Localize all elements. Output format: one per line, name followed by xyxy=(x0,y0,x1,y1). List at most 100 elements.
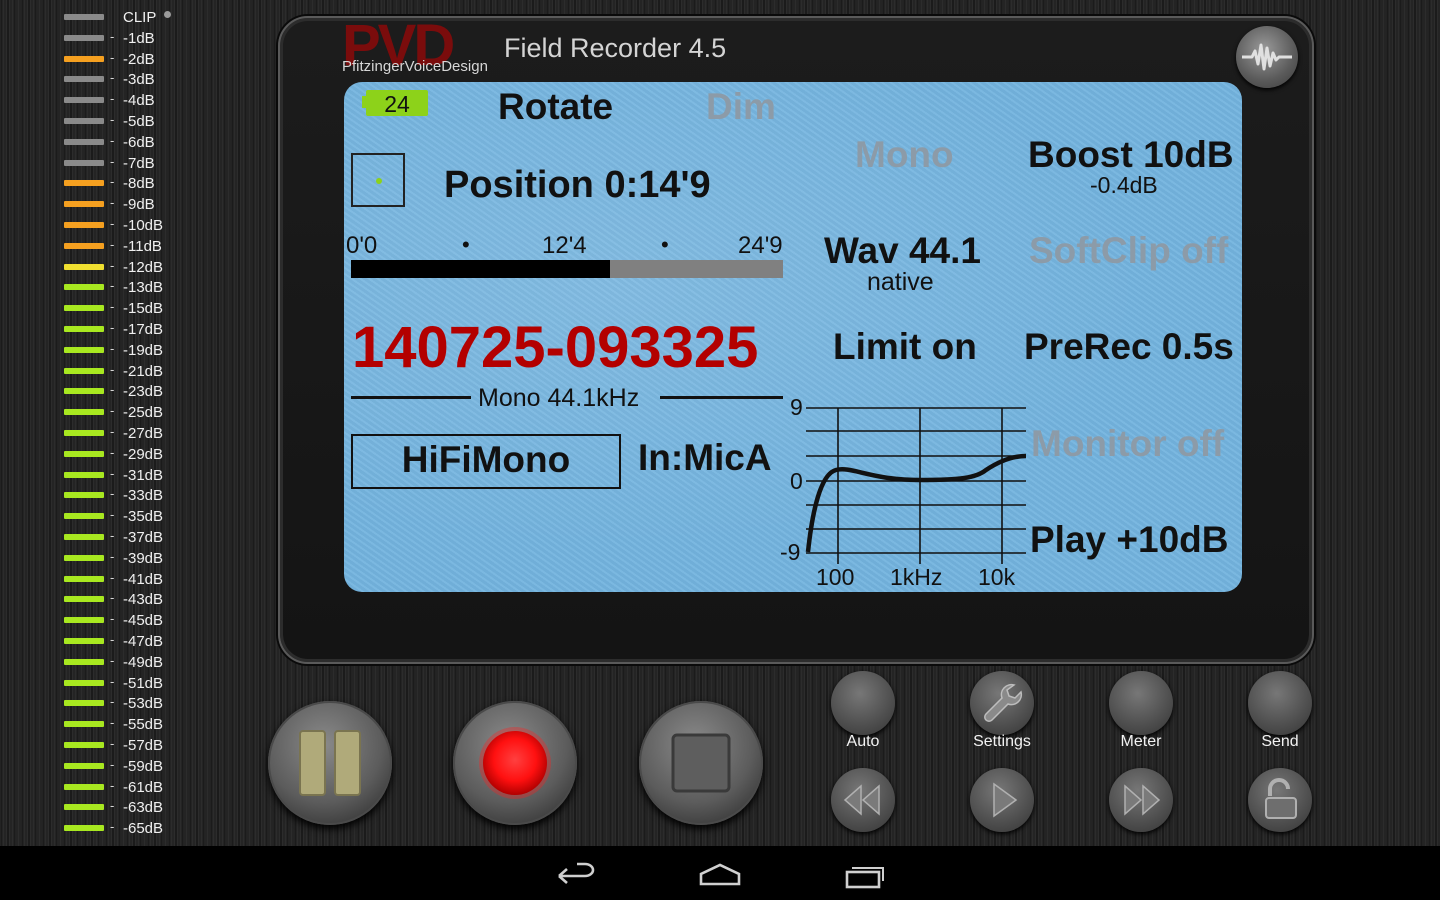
meter-row: - -19dB xyxy=(64,340,194,360)
meter-label: -47dB xyxy=(123,633,164,650)
meter-dash: - xyxy=(110,361,115,377)
meter-label: -23dB xyxy=(123,383,164,401)
meter-row: - -11dB xyxy=(64,236,194,256)
meter-label: -21dB xyxy=(123,362,164,380)
meter-dash: - xyxy=(110,465,115,481)
meter-segment xyxy=(64,284,104,291)
progress-bar[interactable] xyxy=(351,260,783,278)
eq-y-label: 9 xyxy=(790,394,803,420)
meter-dash: - xyxy=(110,278,115,294)
eq-x-label: 100 xyxy=(816,564,854,590)
meter-dash: - xyxy=(110,590,115,606)
pause-button[interactable] xyxy=(268,701,392,825)
meter-segment xyxy=(64,201,104,208)
meter-label: -49dB xyxy=(123,653,164,671)
meter-dash: - xyxy=(110,403,115,419)
meter-dash: - xyxy=(110,632,115,647)
format-setting[interactable]: Wav 44.1 xyxy=(824,230,981,272)
meter-segment xyxy=(64,118,104,124)
clip-indicator xyxy=(164,11,171,18)
meter-dash: - xyxy=(110,528,115,543)
meter-dash: - xyxy=(110,507,115,523)
boost-setting[interactable]: Boost 10dB xyxy=(1028,134,1234,176)
record-icon xyxy=(479,727,551,799)
meter-segment xyxy=(64,513,104,520)
preset-label: HiFiMono xyxy=(401,439,571,480)
meter-label: -13dB xyxy=(123,279,164,297)
record-button[interactable] xyxy=(453,701,577,825)
meter-segment xyxy=(64,97,104,104)
settings-button[interactable] xyxy=(970,671,1034,735)
meter-dash: - xyxy=(110,49,115,65)
dim-button[interactable]: Dim xyxy=(706,86,776,128)
back-icon[interactable] xyxy=(555,860,599,890)
meter-segment xyxy=(64,305,104,312)
lock-button[interactable] xyxy=(1248,768,1312,832)
play-gain-setting[interactable]: Play +10dB xyxy=(1030,519,1228,561)
meter-segment xyxy=(64,326,104,332)
meter-row: - -15dB xyxy=(64,298,194,318)
meter-segment xyxy=(64,430,104,436)
auto-button[interactable] xyxy=(831,671,895,735)
play-button[interactable] xyxy=(970,768,1034,832)
limit-toggle[interactable]: Limit on xyxy=(833,326,977,368)
meter-label: Meter xyxy=(1120,733,1162,750)
send-button[interactable] xyxy=(1248,671,1312,735)
prerec-setting[interactable]: PreRec 0.5s xyxy=(1024,326,1234,368)
recording-filename[interactable]: 140725-093325 xyxy=(352,314,758,381)
meter-row: - -39dB xyxy=(64,548,194,568)
meter-label: -39dB xyxy=(123,549,164,567)
meter-dash: - xyxy=(110,569,115,585)
meter-label: -19dB xyxy=(123,341,164,359)
mono-toggle[interactable]: Mono xyxy=(855,134,954,176)
stop-button[interactable] xyxy=(639,701,763,825)
position-dot xyxy=(376,178,382,184)
meter-row: - -6dB xyxy=(64,132,194,152)
meter-segment xyxy=(64,409,104,416)
softclip-toggle[interactable]: SoftClip off xyxy=(1029,230,1228,272)
meter-dash: - xyxy=(110,736,115,751)
position-toggle[interactable] xyxy=(351,153,405,207)
meter-dash: - xyxy=(110,611,115,627)
meter-label: -25dB xyxy=(123,404,164,422)
meter-dash: - xyxy=(110,382,115,398)
eq-graph[interactable]: 9 0 -9 100 1kHz 10k xyxy=(780,394,1030,592)
meter-segment xyxy=(64,14,104,20)
fast-forward-button[interactable] xyxy=(1109,768,1173,832)
preset-selector[interactable]: HiFiMono xyxy=(351,434,621,489)
pvd-logo: PVD PfitzingerVoiceDesign xyxy=(342,13,496,80)
meter-dash: - xyxy=(110,652,115,668)
meter-row: - -35dB xyxy=(64,506,194,526)
meter-label: -41dB xyxy=(123,570,164,588)
meter-row: - -17dB xyxy=(64,319,194,339)
meter-row: - -21dB xyxy=(64,361,194,381)
meter-dash: - xyxy=(110,798,115,814)
meter-row: - -29dB xyxy=(64,444,194,464)
meter-label: -6dB xyxy=(123,133,155,151)
meter-row: - -4dB xyxy=(64,90,194,110)
format-divider-right xyxy=(660,396,783,399)
pause-icon xyxy=(299,730,361,796)
rewind-button[interactable] xyxy=(831,768,895,832)
timeline-dot: • xyxy=(661,232,669,257)
input-selector[interactable]: In:MicA xyxy=(638,437,772,479)
fast-forward-icon xyxy=(1124,784,1161,816)
recents-icon[interactable] xyxy=(844,860,888,890)
meter-label: -45dB xyxy=(123,612,164,630)
meter-row: - -5dB xyxy=(64,111,194,131)
waveform-button[interactable] xyxy=(1236,26,1298,88)
meter-segment xyxy=(64,638,104,644)
monitor-toggle[interactable]: Monitor off xyxy=(1031,423,1224,465)
home-icon[interactable] xyxy=(698,860,742,890)
meter-row: - -25dB xyxy=(64,402,194,422)
meter-label: -17dB xyxy=(123,321,164,338)
meter-segment xyxy=(64,159,104,166)
meter-row: - -27dB xyxy=(64,423,194,443)
meter-button[interactable] xyxy=(1109,671,1173,735)
meter-segment xyxy=(64,367,104,374)
rotate-button[interactable]: Rotate xyxy=(498,86,613,128)
meter-segment xyxy=(64,700,104,707)
meter-dash: - xyxy=(110,756,115,772)
meter-label: -65dB xyxy=(123,820,164,838)
meter-label: -57dB xyxy=(123,737,164,754)
